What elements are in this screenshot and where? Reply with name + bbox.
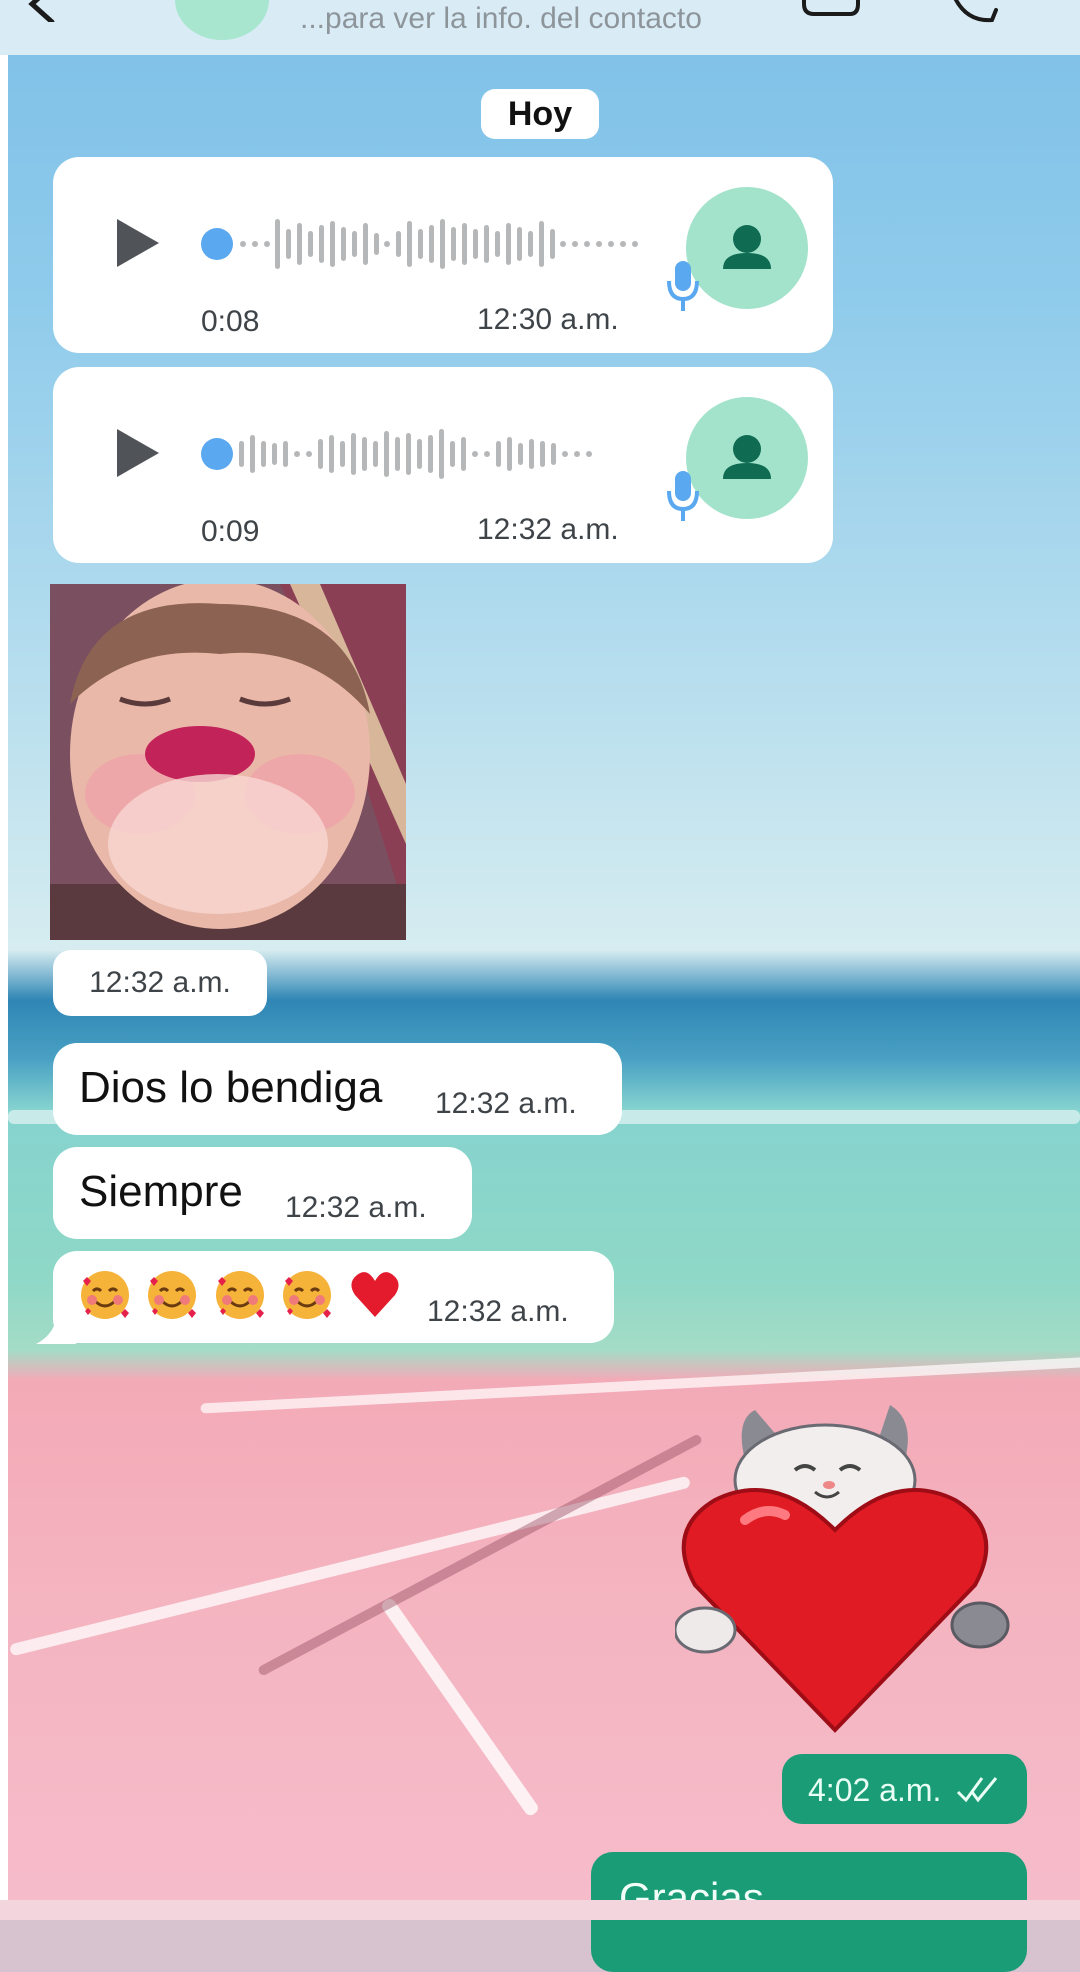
date-separator: Hoy [481, 89, 599, 139]
child-face-photo [50, 584, 406, 940]
smiling-face-with-hearts-icon [81, 1271, 129, 1319]
incoming-message[interactable]: Siempre 12:32 a.m. [53, 1147, 472, 1239]
voice-message[interactable]: 0:09 12:32 a.m. [53, 367, 833, 563]
back-icon[interactable] [22, 0, 62, 22]
voice-call-icon[interactable] [946, 0, 1006, 26]
wallpaper-salt-line [379, 1596, 541, 1818]
message-text: Siempre [79, 1167, 243, 1216]
outgoing-sticker-time: 4:02 a.m. [782, 1754, 1027, 1824]
message-text: Dios lo bendiga [79, 1063, 383, 1112]
contact-info-subtitle[interactable]: ...para ver la info. del contacto [300, 2, 702, 36]
microphone-icon [667, 261, 699, 311]
screen-edge [0, 0, 8, 1920]
voice-duration: 0:09 [201, 515, 260, 548]
voice-message[interactable]: 0:08 12:30 a.m. [53, 157, 833, 353]
play-icon[interactable] [117, 429, 159, 477]
wallpaper-dark-line [256, 1433, 704, 1677]
play-icon[interactable] [117, 219, 159, 267]
message-time: 12:32 a.m. [477, 513, 619, 546]
message-time: 12:32 a.m. [427, 1295, 569, 1328]
sender-avatar [686, 397, 808, 519]
incoming-message[interactable]: 12:32 a.m. [53, 1251, 614, 1343]
smiling-face-with-hearts-icon [283, 1271, 332, 1319]
chat-header[interactable]: ...para ver la info. del contacto [0, 0, 1080, 55]
message-time: 12:32 a.m. [53, 950, 267, 1016]
sender-avatar [686, 187, 808, 309]
voice-duration: 0:08 [201, 305, 260, 338]
person-icon [723, 435, 771, 479]
cat-heart-sticker[interactable] [675, 1400, 1010, 1740]
message-time: 12:32 a.m. [435, 1087, 577, 1120]
bottom-bar [0, 1900, 1080, 1920]
photo-message[interactable] [50, 584, 406, 940]
message-emojis [79, 1269, 412, 1321]
audio-waveform[interactable] [201, 217, 691, 271]
message-time: 12:32 a.m. [285, 1191, 427, 1224]
smiling-face-with-hearts-icon [148, 1271, 197, 1319]
video-call-icon[interactable] [800, 0, 880, 20]
audio-waveform[interactable] [201, 427, 691, 481]
incoming-message[interactable]: Dios lo bendiga 12:32 a.m. [53, 1043, 622, 1135]
double-check-icon [956, 1777, 998, 1803]
message-time: 12:30 a.m. [477, 303, 619, 336]
contact-avatar[interactable] [175, 0, 269, 40]
person-icon [723, 225, 771, 269]
message-time: 4:02 a.m. [808, 1772, 942, 1808]
microphone-icon [667, 471, 699, 521]
red-heart-icon [351, 1272, 399, 1317]
smiling-face-with-hearts-icon [215, 1271, 264, 1319]
